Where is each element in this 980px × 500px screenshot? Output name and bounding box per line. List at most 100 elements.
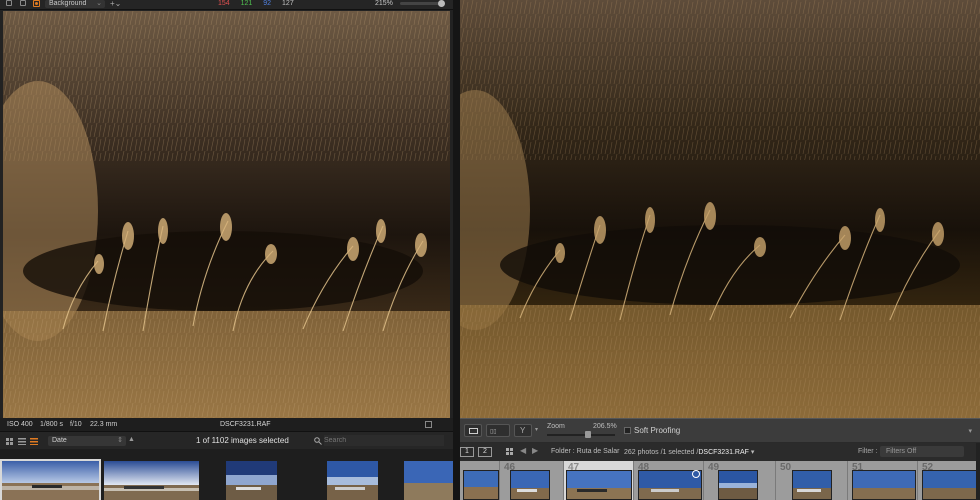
filmstrip-view-icon[interactable]: [30, 438, 38, 445]
thumbnail[interactable]: [104, 461, 199, 500]
left-app: Background ⌄ +⌄ 154 121 92 127 215% ISO …: [0, 0, 453, 500]
thumbnail[interactable]: [226, 461, 277, 500]
soft-proofing-label: Soft Proofing: [634, 426, 681, 435]
filter-select[interactable]: Filters Off: [880, 446, 964, 457]
filmstrip-thumbnail: [852, 470, 916, 500]
main-window-button[interactable]: 1: [460, 447, 474, 457]
grid-view-icon[interactable]: [6, 438, 14, 445]
landscape-thumbnail: [404, 461, 453, 500]
lr-filmstrip-bar: 1 2 ◀ ▶ Folder : Ruta de Salar 262 photo…: [460, 443, 980, 461]
selection-circle-icon[interactable]: [692, 470, 700, 478]
landscape-thumbnail: [511, 471, 549, 499]
layer-select-label: Background: [49, 0, 87, 7]
thumbnail[interactable]: [404, 461, 453, 500]
focal-length-value: 22.3 mm: [90, 421, 118, 428]
landscape-thumbnail: [719, 471, 757, 499]
landscape-thumbnail: [226, 461, 277, 500]
lr-toolbar: ▯▯ Y ▾ Zoom 206.5% Soft Proofing ▾: [460, 418, 980, 442]
right-image-viewer[interactable]: [460, 0, 980, 418]
hist-red: 154: [218, 0, 230, 7]
filter-select-value: Filters Off: [886, 448, 917, 455]
forward-arrow-icon[interactable]: ▶: [532, 446, 538, 455]
right-app: ▯▯ Y ▾ Zoom 206.5% Soft Proofing ▾ 1 2 ◀…: [460, 0, 980, 500]
aperture-value: f/10: [70, 421, 82, 428]
left-thumbnail-strip: [0, 449, 453, 500]
lr-filmstrip: 46 47 48 49 50 51 52: [460, 461, 980, 500]
hist-luma: 127: [282, 0, 294, 7]
grid-icon[interactable]: [506, 448, 514, 456]
cell-number: 50: [780, 462, 792, 473]
survey-view-button[interactable]: Y: [514, 424, 532, 437]
layer-icon[interactable]: [33, 0, 40, 7]
zoom-slider-knob[interactable]: [585, 431, 591, 438]
thumbnail[interactable]: [327, 461, 378, 500]
back-arrow-icon[interactable]: ◀: [520, 446, 526, 455]
filmstrip-cell[interactable]: 52: [918, 461, 980, 500]
image-info-bar: ISO 400 1/800 s f/10 22.3 mm DSCF3231.RA…: [0, 418, 453, 431]
grass-photo: [3, 11, 450, 418]
frame-icon[interactable]: [425, 421, 432, 428]
filmstrip-cell[interactable]: 50: [776, 461, 848, 500]
shutter-value: 1/800 s: [40, 421, 63, 428]
sort-select[interactable]: Date ⇕: [48, 436, 126, 446]
filmstrip-cell[interactable]: [460, 461, 500, 500]
image-filename: DSCF3231.RAF: [220, 421, 271, 428]
zoom-slider[interactable]: [400, 0, 445, 7]
window-divider: [453, 0, 460, 500]
folder-label: Folder : Ruta de Salar: [551, 448, 620, 455]
second-window-button[interactable]: 2: [478, 447, 492, 457]
landscape-thumbnail: [853, 471, 915, 499]
soft-proofing-checkbox[interactable]: [624, 427, 631, 434]
filmstrip-thumbnail: [510, 470, 550, 500]
iso-value: ISO 400: [7, 421, 33, 428]
list-view-icon[interactable]: [18, 438, 26, 445]
search-icon[interactable]: [314, 437, 322, 445]
grass-photo: [460, 0, 980, 418]
sort-direction-icon[interactable]: ▲: [128, 436, 135, 443]
filmstrip-thumbnail: [566, 470, 632, 500]
filmstrip-scrollbar[interactable]: [976, 443, 980, 500]
zoom-slider[interactable]: [547, 431, 615, 438]
sort-select-label: Date: [52, 437, 67, 444]
add-layer-icon[interactable]: +⌄: [110, 0, 121, 8]
selected-filename: DSCF3231.RAF: [698, 449, 749, 456]
layer-select[interactable]: Background ⌄: [45, 0, 105, 8]
filmstrip-cell[interactable]: 51: [848, 461, 918, 500]
filmstrip-cell[interactable]: 46: [500, 461, 564, 500]
search-input[interactable]: [324, 435, 444, 446]
landscape-thumbnail: [923, 471, 979, 499]
hist-green: 121: [240, 0, 253, 7]
loupe-view-button[interactable]: [464, 424, 482, 437]
filmstrip-thumbnail: [463, 470, 499, 500]
chevron-down-icon[interactable]: ▾: [535, 426, 538, 433]
crop-icon[interactable]: [6, 0, 12, 6]
left-toolbar: Background ⌄ +⌄ 154 121 92 127 215%: [0, 0, 453, 10]
browser-bar: Date ⇕ ▲ 1 of 1102 images selected: [0, 431, 453, 449]
zoom-label: Zoom: [547, 423, 565, 430]
zoom-value: 206.5%: [593, 423, 617, 430]
compare-view-button[interactable]: ▯▯: [486, 424, 510, 437]
filmstrip-cell[interactable]: 47: [564, 461, 634, 500]
filmstrip-cell[interactable]: 49: [704, 461, 776, 500]
thumbnail[interactable]: [0, 459, 101, 500]
mask-icon[interactable]: [20, 0, 26, 6]
filmstrip-cell[interactable]: 48: [634, 461, 704, 500]
filter-label: Filter :: [858, 448, 878, 455]
loupe-icon: [469, 428, 478, 434]
chevron-down-icon: ⌄: [96, 0, 102, 7]
filmstrip-thumbnail: [718, 470, 758, 500]
histogram-values: 154 121 92 127: [218, 0, 303, 7]
zoom-slider-knob[interactable]: [438, 0, 445, 7]
filmstrip-thumbnail: [922, 470, 980, 500]
filmstrip-thumbnail: [792, 470, 832, 500]
landscape-thumbnail: [793, 471, 831, 499]
photos-selection-info[interactable]: 262 photos /1 selected /DSCF3231.RAF ▾: [624, 448, 754, 456]
survey-icon: Y: [520, 426, 526, 435]
toolbar-menu-icon[interactable]: ▾: [968, 427, 972, 435]
landscape-thumbnail: [327, 461, 378, 500]
compare-icon: ▯▯: [490, 429, 497, 435]
selection-count: 1 of 1102 images selected: [196, 436, 289, 445]
left-image-viewer[interactable]: [3, 11, 450, 418]
landscape-thumbnail: [464, 471, 498, 499]
zoom-percent: 215%: [375, 0, 393, 7]
